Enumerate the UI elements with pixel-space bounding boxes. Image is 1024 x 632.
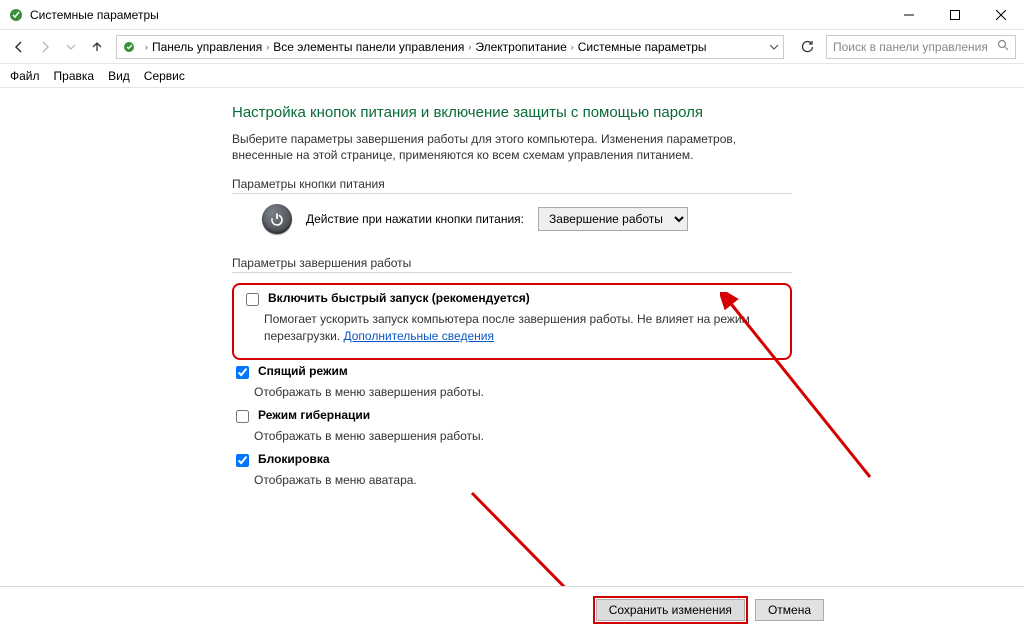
checkbox-sleep[interactable] (236, 366, 249, 379)
content-area: Настройка кнопок питания и включение защ… (0, 88, 1024, 586)
label-fast-startup: Включить быстрый запуск (рекомендуется) (268, 291, 530, 305)
desc-hibernate: Отображать в меню завершения работы. (254, 428, 792, 444)
recent-locations-button[interactable] (60, 36, 82, 58)
desc-sleep: Отображать в меню завершения работы. (254, 384, 792, 400)
menu-edit[interactable]: Правка (54, 69, 95, 83)
menu-view[interactable]: Вид (108, 69, 130, 83)
search-icon (997, 39, 1009, 54)
menu-file[interactable]: Файл (10, 69, 40, 83)
navigation-row: ›Панель управления ›Все элементы панели … (0, 30, 1024, 64)
power-action-label: Действие при нажатии кнопки питания: (306, 212, 524, 226)
close-button[interactable] (978, 0, 1024, 29)
page-description: Выберите параметры завершения работы для… (232, 131, 792, 163)
save-button[interactable]: Сохранить изменения (596, 599, 745, 621)
desc-lock: Отображать в меню аватара. (254, 472, 792, 488)
desc-fast-startup: Помогает ускорить запуск компьютера посл… (264, 311, 782, 343)
search-placeholder: Поиск в панели управления (833, 40, 988, 54)
up-button[interactable] (86, 36, 108, 58)
back-button[interactable] (8, 36, 30, 58)
menu-bar: Файл Правка Вид Сервис (0, 64, 1024, 88)
control-panel-icon (121, 39, 137, 55)
page-heading: Настройка кнопок питания и включение защ… (232, 104, 792, 121)
forward-button[interactable] (34, 36, 56, 58)
window-title: Системные параметры (30, 8, 159, 22)
breadcrumb-segment[interactable]: ›Панель управления (141, 40, 262, 54)
crumb-label: Системные параметры (578, 40, 707, 54)
menu-service[interactable]: Сервис (144, 69, 185, 83)
breadcrumb-bar[interactable]: ›Панель управления ›Все элементы панели … (116, 35, 784, 59)
checkbox-fast-startup[interactable] (246, 293, 259, 306)
checkbox-lock[interactable] (236, 454, 249, 467)
power-icon (262, 204, 292, 234)
checkbox-hibernate[interactable] (236, 410, 249, 423)
highlight-fast-startup: Включить быстрый запуск (рекомендуется) … (232, 283, 792, 359)
refresh-button[interactable] (796, 36, 818, 58)
footer: Сохранить изменения Отмена (0, 586, 1024, 632)
maximize-button[interactable] (932, 0, 978, 29)
app-icon (8, 7, 24, 23)
cancel-button[interactable]: Отмена (755, 599, 824, 621)
group-power-button: Параметры кнопки питания (232, 177, 792, 194)
label-lock: Блокировка (258, 452, 330, 466)
title-bar: Системные параметры (0, 0, 1024, 30)
chevron-down-icon[interactable] (769, 42, 779, 52)
label-sleep: Спящий режим (258, 364, 348, 378)
minimize-button[interactable] (886, 0, 932, 29)
group-shutdown: Параметры завершения работы (232, 256, 792, 273)
breadcrumb-segment[interactable]: ›Все элементы панели управления (262, 40, 464, 54)
label-hibernate: Режим гибернации (258, 408, 370, 422)
crumb-label: Панель управления (152, 40, 262, 54)
link-more-info[interactable]: Дополнительные сведения (343, 329, 493, 343)
breadcrumb-segment[interactable]: ›Системные параметры (567, 40, 707, 54)
power-action-select[interactable]: Завершение работы (538, 207, 688, 231)
breadcrumb-segment[interactable]: ›Электропитание (464, 40, 566, 54)
crumb-label: Электропитание (475, 40, 566, 54)
crumb-label: Все элементы панели управления (273, 40, 464, 54)
search-input[interactable]: Поиск в панели управления (826, 35, 1016, 59)
